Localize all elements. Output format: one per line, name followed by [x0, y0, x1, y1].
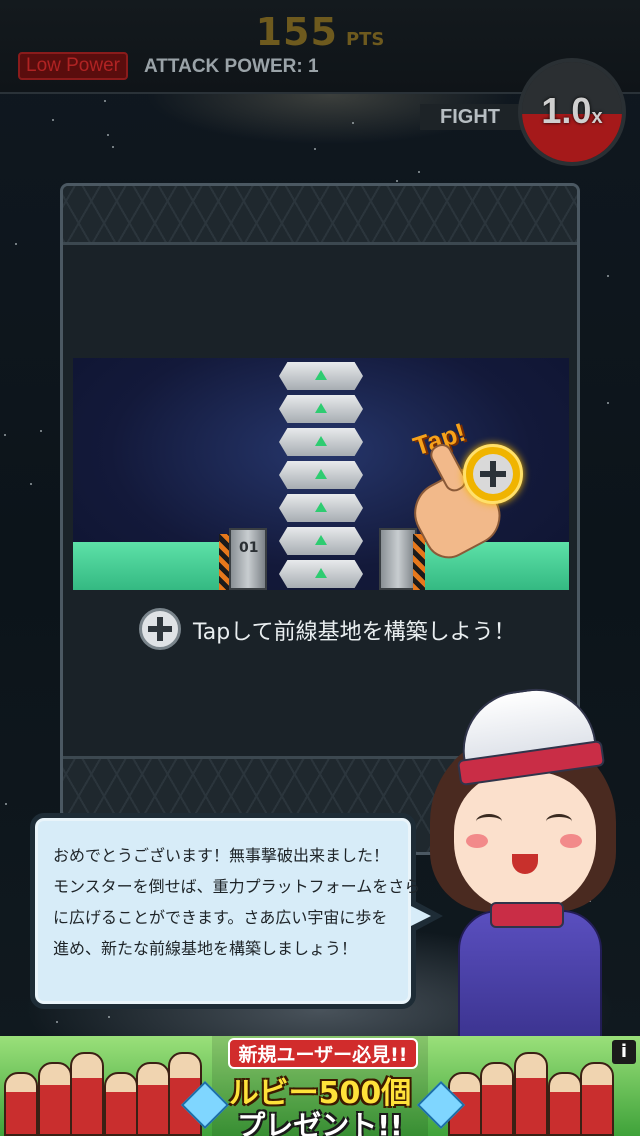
navigator-character [420, 680, 640, 1044]
ad-present: プレゼント!! [237, 1109, 403, 1136]
star [108, 1016, 110, 1018]
hazard-stripe-right [413, 534, 425, 590]
up-arrow-icon [315, 502, 327, 512]
gravity-tower [279, 358, 363, 590]
plus-circle-icon [139, 608, 181, 650]
soldier-figure [480, 1062, 514, 1136]
low-power-badge: Low Power [18, 52, 128, 80]
hex-pattern-top [63, 186, 577, 245]
dialog-tail-inner [411, 906, 431, 926]
star [352, 122, 354, 124]
star [15, 243, 17, 245]
dialog-line: おめでとうございます！無事撃破出来ました！ [53, 846, 390, 865]
up-arrow-icon [315, 403, 327, 413]
star [107, 134, 109, 136]
star [40, 430, 42, 432]
tower-segment [279, 428, 363, 456]
multiplier-suffix: x [591, 106, 603, 128]
pillar-number: 01 [239, 540, 259, 556]
soldier-figure [548, 1072, 582, 1136]
dialog-line: 進め、新たな前線基地を構築しましょう！ [53, 939, 358, 958]
up-arrow-icon [315, 568, 327, 578]
star [607, 402, 609, 404]
ad-headline: 新規ユーザー必見!! [228, 1038, 418, 1069]
score-unit: PTS [345, 29, 385, 50]
right-eye [546, 814, 572, 829]
base-pillar: 01 [229, 528, 267, 590]
tower-segment [279, 527, 363, 555]
dialog-line: に広げることができます。さあ広い宇宙に歩を [53, 908, 388, 927]
up-arrow-icon [315, 436, 327, 446]
score-value: 155 [255, 10, 338, 54]
star [314, 148, 316, 150]
tower-segment [279, 362, 363, 390]
star [56, 1021, 58, 1023]
star [4, 434, 6, 436]
star [30, 483, 32, 485]
tower-segment [279, 461, 363, 489]
suit-collar [490, 902, 564, 928]
star [52, 119, 54, 121]
tower-segment [279, 395, 363, 423]
soldier-figure [580, 1062, 614, 1136]
tower-segment [279, 494, 363, 522]
star [5, 803, 7, 805]
character-face [454, 772, 596, 912]
tutorial-illustration: 01 Tap! [73, 358, 569, 590]
tower-segment [279, 560, 363, 588]
star [396, 180, 398, 182]
ad-info-button[interactable]: i [612, 1040, 636, 1064]
soldier-figure [4, 1072, 38, 1136]
soldier-figure [514, 1052, 548, 1136]
star [418, 171, 420, 173]
up-arrow-icon [315, 370, 327, 380]
dialog-line: モンスターを倒せば、重力プラットフォームをさら [53, 877, 421, 896]
left-cheek [466, 834, 488, 848]
base-pillar-right [379, 528, 417, 590]
attack-power-label: ATTACK POWER: 1 [144, 56, 319, 77]
multiplier-value: 1.0 [541, 90, 592, 131]
star [607, 275, 609, 277]
up-arrow-icon [315, 469, 327, 479]
dialog-message: おめでとうございます！無事撃破出来ました！ モンスターを倒せば、重力プラットフォ… [53, 840, 421, 964]
star [104, 100, 106, 102]
soldier-figure [104, 1072, 138, 1136]
platform-left [73, 542, 223, 590]
mouth [512, 854, 538, 874]
soldier-figure [136, 1062, 170, 1136]
right-cheek [560, 834, 582, 848]
up-arrow-icon [315, 535, 327, 545]
soldier-figure [70, 1052, 104, 1136]
multiplier-text: 1.0x [522, 90, 622, 132]
left-eye [476, 814, 502, 829]
caption-text: Tapして前線基地を構築しよう！ [193, 620, 516, 645]
plus-icon [473, 454, 513, 494]
multiplier-gauge[interactable]: 1.0x [518, 58, 626, 166]
ad-banner[interactable]: 新規ユーザー必見!! ルビー500個 プレゼント!! i [0, 1036, 640, 1136]
character-suit [458, 910, 602, 1044]
star [112, 146, 114, 148]
score-display: 155 PTS [0, 10, 640, 54]
add-base-button[interactable] [463, 444, 523, 504]
soldier-figure [38, 1062, 72, 1136]
dialog-box[interactable]: おめでとうございます！無事撃破出来ました！ モンスターを倒せば、重力プラットフォ… [30, 813, 443, 1009]
